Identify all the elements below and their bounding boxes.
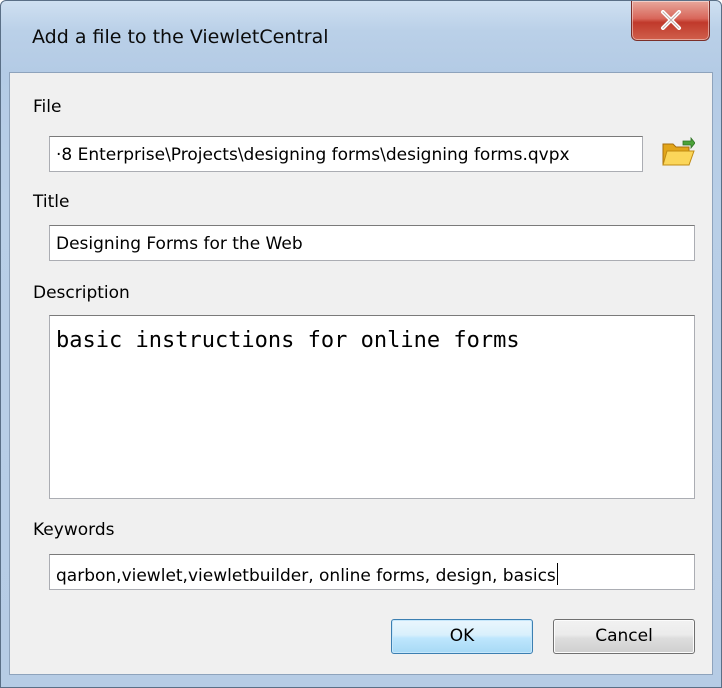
keywords-input[interactable]: qarbon,viewlet,viewletbuilder, online fo… bbox=[49, 554, 695, 590]
keywords-value: qarbon,viewlet,viewletbuilder, online fo… bbox=[56, 566, 556, 586]
description-textarea[interactable]: basic instructions for online forms bbox=[49, 315, 695, 499]
keywords-label: Keywords bbox=[33, 520, 115, 540]
title-value: Designing Forms for the Web bbox=[56, 234, 303, 254]
file-label: File bbox=[33, 97, 62, 117]
dialog-window: Add a file to the ViewletCentral File ·8… bbox=[0, 0, 722, 688]
ok-button[interactable]: OK bbox=[391, 619, 533, 654]
file-path-input[interactable]: ·8 Enterprise\Projects\designing forms\d… bbox=[49, 136, 643, 172]
description-label: Description bbox=[33, 283, 130, 303]
file-path-value: ·8 Enterprise\Projects\designing forms\d… bbox=[56, 145, 570, 165]
cancel-button[interactable]: Cancel bbox=[553, 619, 695, 654]
folder-open-icon bbox=[662, 136, 696, 166]
title-label: Title bbox=[33, 192, 70, 212]
title-bar[interactable]: Add a file to the ViewletCentral bbox=[1, 1, 721, 73]
title-input[interactable]: Designing Forms for the Web bbox=[49, 225, 695, 261]
keywords-text-wrap: qarbon,viewlet,viewletbuilder, online fo… bbox=[56, 563, 558, 586]
browse-button[interactable] bbox=[661, 136, 696, 169]
text-cursor bbox=[556, 563, 558, 585]
close-button[interactable] bbox=[631, 1, 710, 41]
close-icon bbox=[661, 10, 681, 30]
dialog-title: Add a file to the ViewletCentral bbox=[32, 26, 329, 48]
